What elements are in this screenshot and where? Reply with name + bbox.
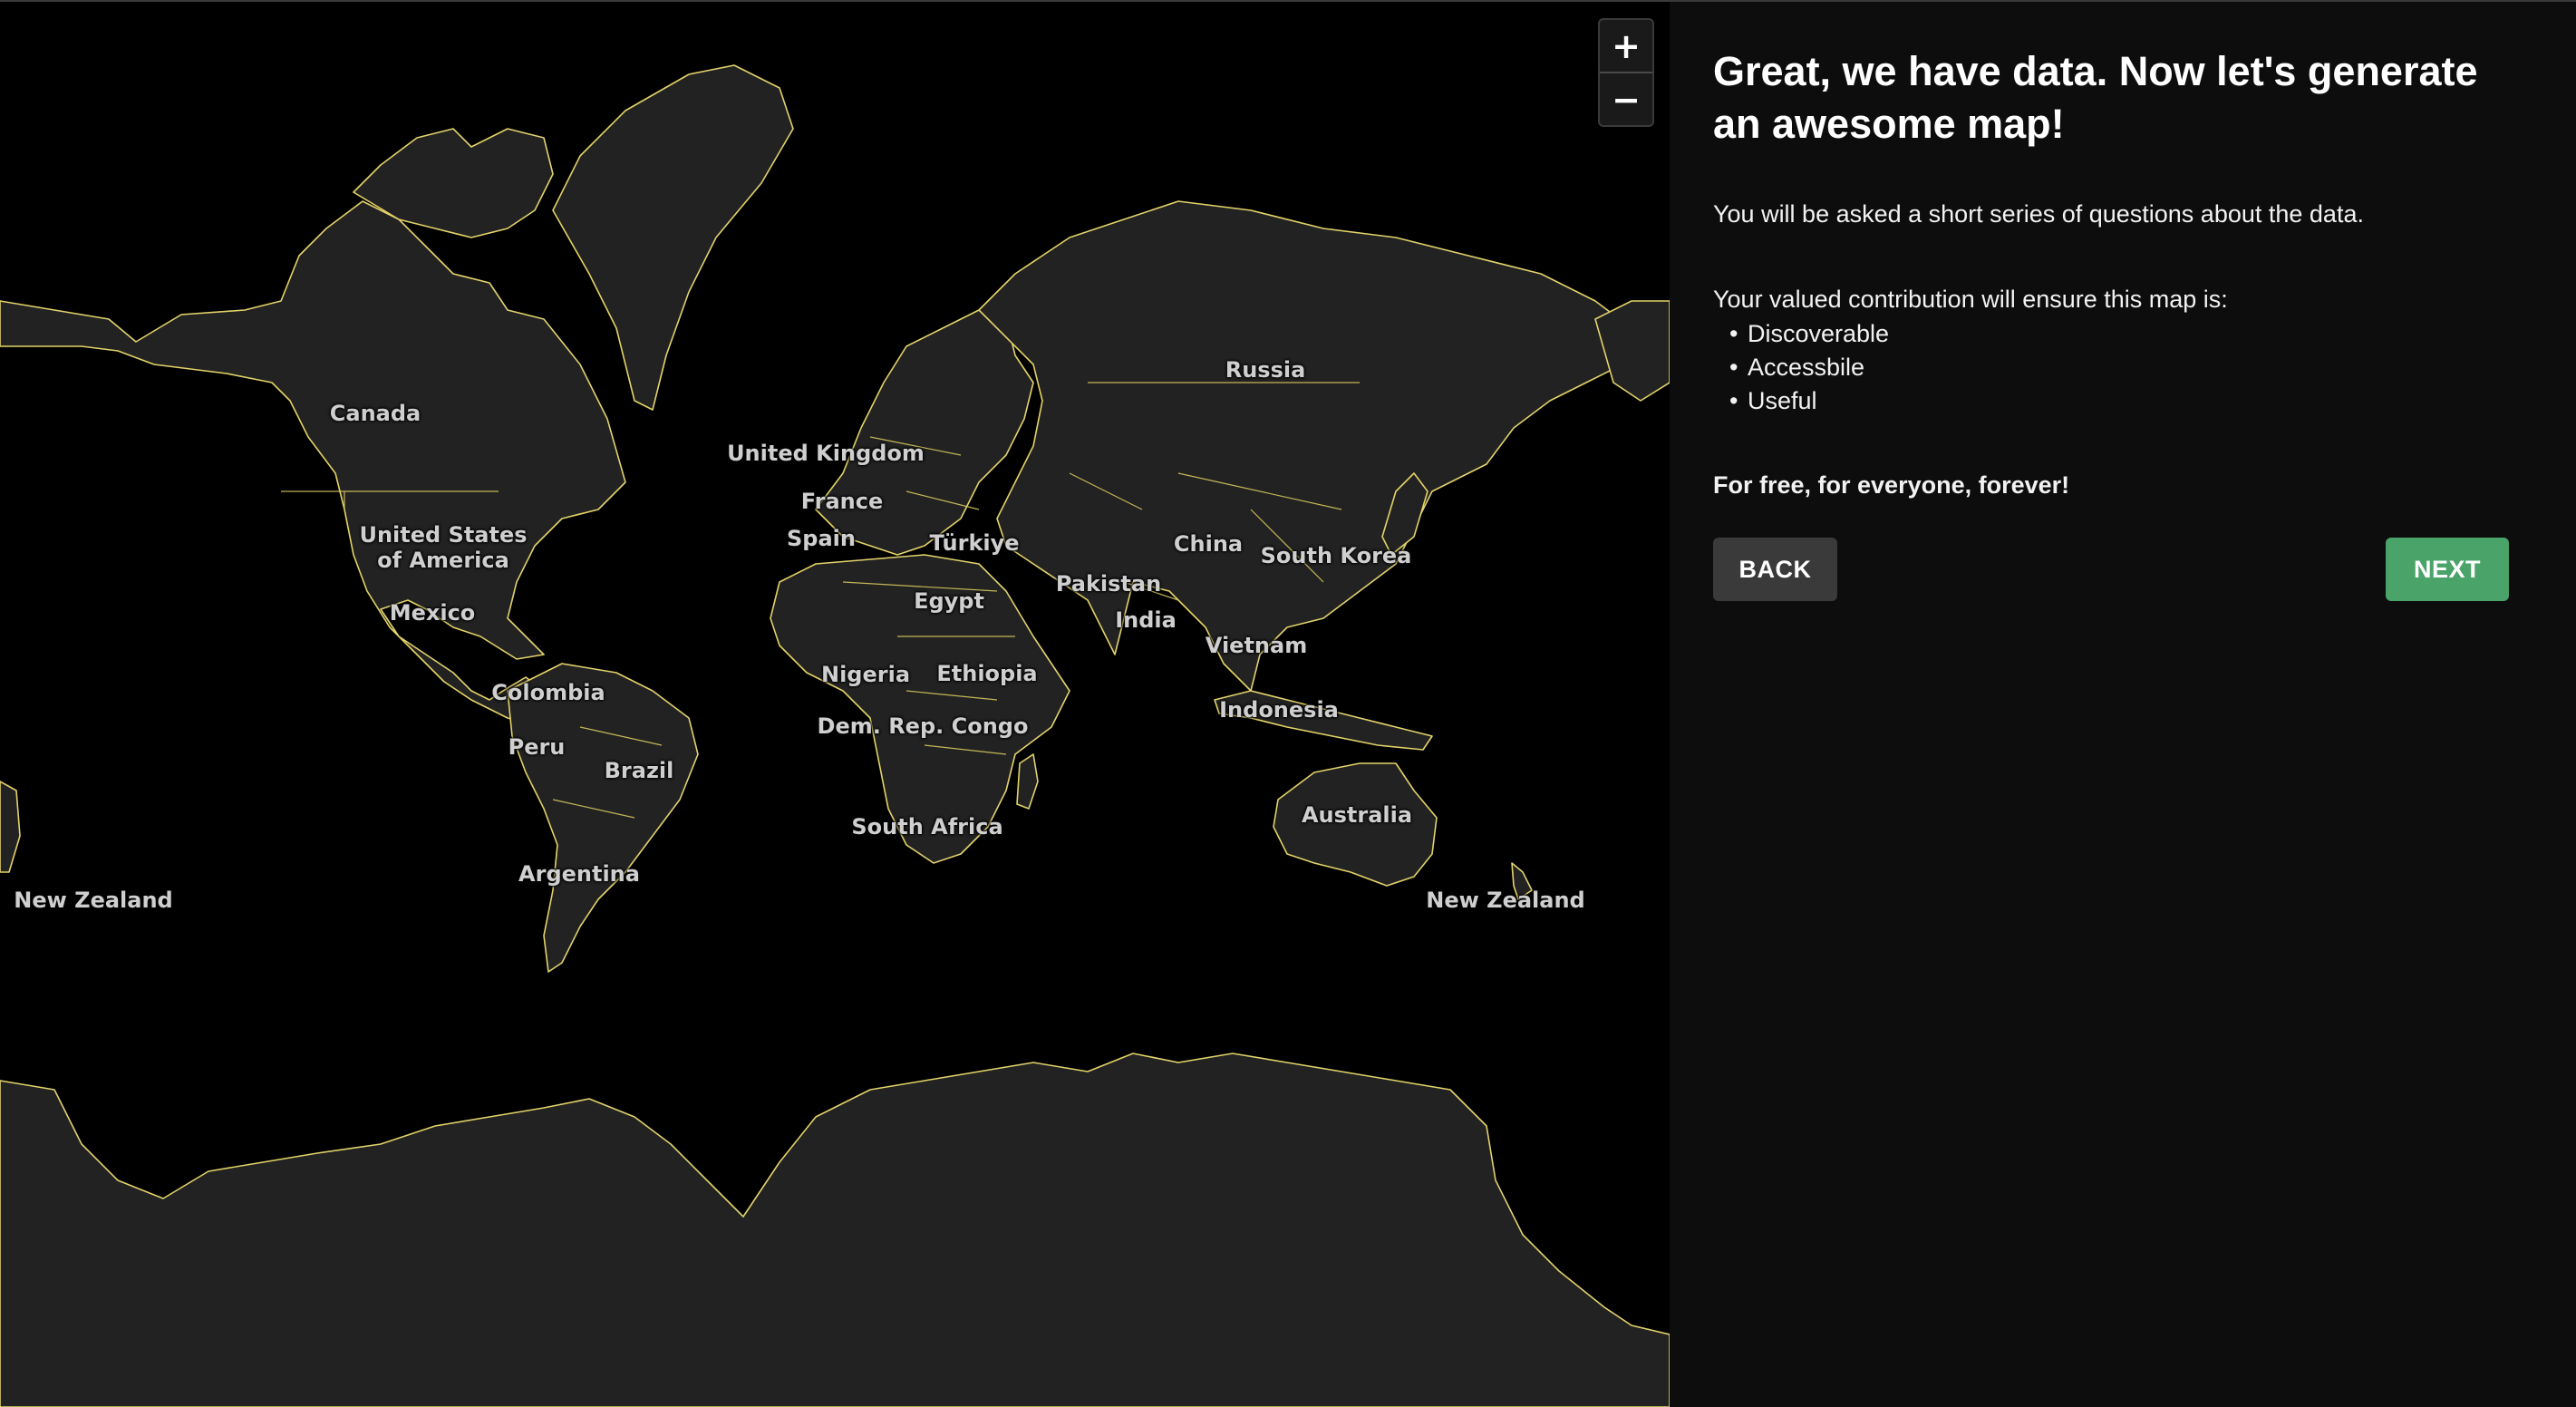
landmass-antarctica	[0, 1053, 1670, 1407]
map-label-china: China	[1173, 531, 1244, 557]
contribution-lead: Your valued contribution will ensure thi…	[1713, 286, 2228, 313]
zoom-out-button[interactable]: −	[1600, 72, 1652, 125]
map-label-new-zealand-left: New Zealand	[14, 888, 173, 913]
landmass-left-pacific	[0, 781, 21, 873]
tagline: For free, for everyone, forever!	[1713, 471, 2070, 499]
map-label-peru: Peru	[508, 734, 566, 760]
map-label-egypt: Egypt	[914, 588, 984, 614]
map-label-ethiopia: Ethiopia	[936, 661, 1038, 686]
map-label-vietnam: Vietnam	[1205, 633, 1308, 658]
map-label-south-korea: South Korea	[1260, 543, 1412, 568]
landmass-madagascar	[1016, 753, 1039, 810]
map-label-dem-rep-congo: Dem. Rep. Congo	[817, 713, 1029, 739]
map-label-russia: Russia	[1225, 357, 1306, 383]
world-map[interactable]: Canada United States of America Mexico C…	[0, 2, 1670, 1407]
map-label-united-kingdom: United Kingdom	[727, 441, 925, 466]
map-label-new-zealand-right: New Zealand	[1426, 888, 1585, 913]
map-label-india: India	[1115, 607, 1177, 633]
map-label-united-states: United States of America	[359, 522, 528, 573]
map-canvas[interactable]	[0, 2, 1670, 1407]
map-label-brazil: Brazil	[604, 758, 674, 783]
map-label-indonesia: Indonesia	[1219, 697, 1339, 723]
wizard-panel: Great, we have data. Now let's generate …	[1670, 2, 2576, 1407]
map-label-australia: Australia	[1301, 802, 1413, 828]
wizard-actions: BACK NEXT	[1713, 538, 2509, 601]
map-label-argentina: Argentina	[518, 861, 640, 887]
landmass-south-america	[507, 663, 699, 973]
quality-item: Useful	[1746, 384, 2509, 418]
landmass-greenland	[552, 64, 794, 411]
map-label-spain: Spain	[787, 526, 856, 551]
back-button[interactable]: BACK	[1713, 538, 1837, 601]
intro-text: You will be asked a short series of ques…	[1713, 200, 2364, 228]
next-button[interactable]: NEXT	[2386, 538, 2509, 601]
map-label-canada: Canada	[329, 401, 421, 426]
quality-item: Discoverable	[1746, 317, 2509, 351]
landmass-alaska	[1594, 300, 1670, 402]
zoom-in-button[interactable]: +	[1600, 20, 1652, 72]
map-label-france: France	[800, 489, 884, 514]
map-label-nigeria: Nigeria	[820, 662, 911, 687]
quality-item: Accessbile	[1746, 351, 2509, 384]
map-label-south-africa: South Africa	[851, 814, 1003, 839]
map-label-mexico: Mexico	[389, 600, 476, 626]
map-label-pakistan: Pakistan	[1055, 571, 1162, 597]
zoom-control: + −	[1598, 18, 1654, 127]
map-label-turkiye: Türkiye	[929, 530, 1020, 556]
panel-title: Great, we have data. Now let's generate …	[1713, 48, 2478, 147]
map-label-colombia: Colombia	[491, 680, 605, 705]
landmass-north-america	[0, 200, 626, 728]
app-window: Canada United States of America Mexico C…	[0, 0, 2576, 1407]
landmass-asia	[978, 200, 1632, 692]
qualities-list: Discoverable Accessbile Useful	[1713, 317, 2509, 418]
